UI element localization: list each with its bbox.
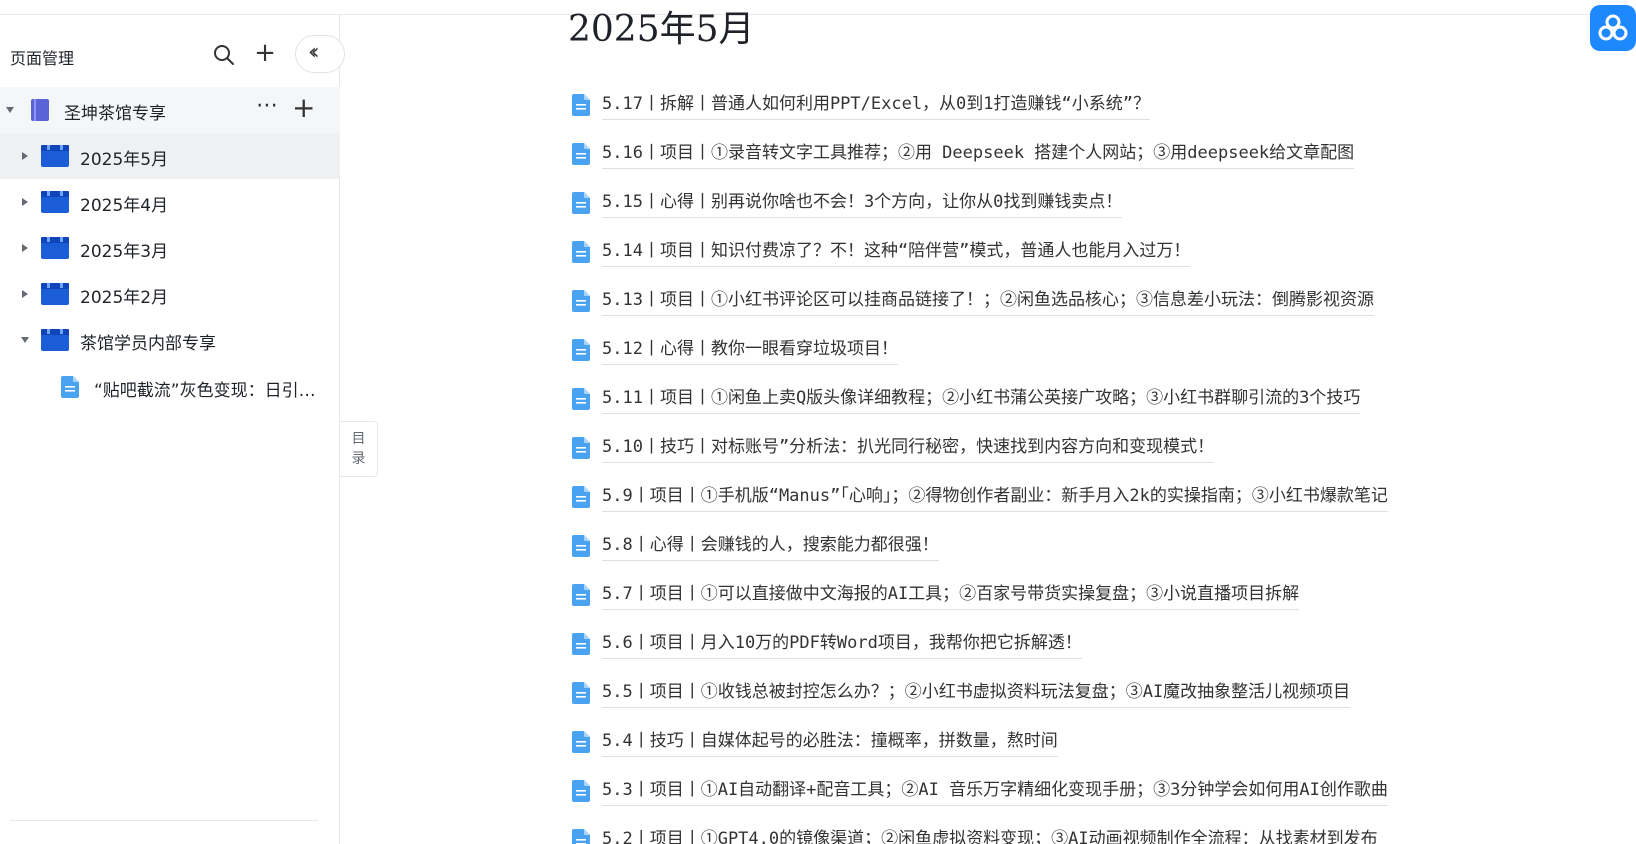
folder-icon xyxy=(41,191,69,213)
caret-down-icon[interactable] xyxy=(21,337,29,343)
document-list-item[interactable]: 5.11丨项目丨①闲鱼上卖Q版头像详细教程；②小红书蒲公英接广攻略；③小红书群聊… xyxy=(572,384,1472,416)
add-page-button[interactable]: + xyxy=(252,40,278,67)
document-icon xyxy=(572,290,590,312)
add-child-button[interactable]: + xyxy=(292,91,315,125)
document-icon xyxy=(572,633,590,655)
tree-item-2025-04[interactable]: 2025年4月 xyxy=(0,179,340,225)
more-icon[interactable]: ⋯ xyxy=(256,93,279,118)
document-link[interactable]: 5.2丨项目丨①GPT4.0的镜像渠道；②闲鱼虚拟资料变现；③AI动画视频制作全… xyxy=(602,827,1378,844)
tree-item-label: 茶馆学员内部专享 xyxy=(80,334,216,354)
document-icon xyxy=(572,339,590,361)
document-icon xyxy=(572,143,590,165)
document-icon xyxy=(572,780,590,802)
toc-label-line1: 目 xyxy=(351,431,366,447)
document-icon xyxy=(572,437,590,459)
document-list-item[interactable]: 5.15丨心得丨别再说你啥也不会！3个方向，让你从0找到赚钱卖点！ xyxy=(572,188,1472,220)
document-link[interactable]: 5.15丨心得丨别再说你啥也不会！3个方向，让你从0找到赚钱卖点！ xyxy=(602,190,1123,218)
document-list-item[interactable]: 5.8丨心得丨会赚钱的人，搜索能力都很强！ xyxy=(572,531,1472,563)
sidebar-bottom-divider xyxy=(10,820,318,821)
document-link[interactable]: 5.16丨项目丨①录音转文字工具推荐；②用 Deepseek 搭建个人网站；③用… xyxy=(602,141,1355,169)
document-list-item[interactable]: 5.3丨项目丨①AI自动翻译+配音工具；②AI 音乐万字精细化变现手册；③3分钟… xyxy=(572,776,1472,808)
caret-right-icon[interactable] xyxy=(22,290,28,298)
caret-right-icon[interactable] xyxy=(22,244,28,252)
document-icon xyxy=(572,682,590,704)
folder-icon xyxy=(41,283,69,305)
tree-item-2025-05[interactable]: 2025年5月 xyxy=(0,133,340,179)
search-icon[interactable] xyxy=(212,43,236,67)
folder-icon xyxy=(41,329,69,351)
document-list-item[interactable]: 5.12丨心得丨教你一眼看穿垃圾项目！ xyxy=(572,335,1472,367)
document-icon xyxy=(572,584,590,606)
document-link[interactable]: 5.10丨技巧丨对标账号”分析法：扒光同行秘密，快速找到内容方向和变现模式！ xyxy=(602,435,1215,463)
document-icon xyxy=(61,376,79,398)
tree-sub-item[interactable]: “贴吧截流”灰色变现：日引300+精准粉，一单赚300 xyxy=(0,364,340,410)
document-list-item[interactable]: 5.7丨项目丨①可以直接做中文海报的AI工具；②百家号带货实操复盘；③小说直播项… xyxy=(572,580,1472,612)
document-icon xyxy=(572,192,590,214)
caret-right-icon[interactable] xyxy=(22,198,28,206)
document-link[interactable]: 5.17丨拆解丨普通人如何利用PPT/Excel，从0到1打造赚钱“小系统”？ xyxy=(602,92,1150,120)
toc-toggle-button[interactable]: 目 录 xyxy=(340,421,378,477)
document-link[interactable]: 5.12丨心得丨教你一眼看穿垃圾项目！ xyxy=(602,337,898,365)
document-icon xyxy=(572,94,590,116)
tree-item-2025-03[interactable]: 2025年3月 xyxy=(0,225,340,271)
tree-item-label: 2025年5月 xyxy=(80,150,169,170)
tree-root-item[interactable]: 圣坤茶馆专享 ⋯ + xyxy=(0,87,340,133)
tree-item-member-exclusive[interactable]: 茶馆学员内部专享 xyxy=(0,317,340,363)
document-icon xyxy=(572,388,590,410)
document-list-item[interactable]: 5.2丨项目丨①GPT4.0的镜像渠道；②闲鱼虚拟资料变现；③AI动画视频制作全… xyxy=(572,825,1472,844)
document-link[interactable]: 5.5丨项目丨①收钱总被封控怎么办？；②小红书虚拟资料玩法复盘；③AI魔改抽象整… xyxy=(602,680,1351,708)
tree-item-2025-02[interactable]: 2025年2月 xyxy=(0,271,340,317)
document-link[interactable]: 5.14丨项目丨知识付费凉了？不！这种“陪伴营”模式，普通人也能月入过万！ xyxy=(602,239,1191,267)
document-link[interactable]: 5.4丨技巧丨自媒体起号的必胜法：撞概率，拼数量，熬时间 xyxy=(602,729,1058,757)
document-list-item[interactable]: 5.10丨技巧丨对标账号”分析法：扒光同行秘密，快速找到内容方向和变现模式！ xyxy=(572,433,1472,465)
document-list-item[interactable]: 5.17丨拆解丨普通人如何利用PPT/Excel，从0到1打造赚钱“小系统”？ xyxy=(572,90,1472,122)
document-link[interactable]: 5.11丨项目丨①闲鱼上卖Q版头像详细教程；②小红书蒲公英接广攻略；③小红书群聊… xyxy=(602,386,1361,414)
document-list-item[interactable]: 5.14丨项目丨知识付费凉了？不！这种“陪伴营”模式，普通人也能月入过万！ xyxy=(572,237,1472,269)
tree-sub-item-label: “贴吧截流”灰色变现：日引300+精准粉，一单赚300 xyxy=(94,381,322,401)
sidebar-header: 页面管理 + ‹‹ xyxy=(0,35,345,75)
floating-app-button[interactable] xyxy=(1590,5,1636,51)
document-icon xyxy=(572,486,590,508)
document-link[interactable]: 5.8丨心得丨会赚钱的人，搜索能力都很强！ xyxy=(602,533,939,561)
tree-root-label: 圣坤茶馆专享 xyxy=(64,104,166,124)
folder-icon xyxy=(41,237,69,259)
toc-label-line2: 录 xyxy=(351,451,366,467)
sidebar-title: 页面管理 xyxy=(10,49,75,68)
caret-right-icon[interactable] xyxy=(22,152,28,160)
page-title: 2025年5月 xyxy=(568,9,755,48)
document-list-item[interactable]: 5.6丨项目丨月入10万的PDF转Word项目，我帮你把它拆解透！ xyxy=(572,629,1472,661)
sidebar: 页面管理 + ‹‹ 圣坤茶馆专享 ⋯ + 2025年5月 2025年4月 202… xyxy=(0,15,345,844)
document-list-item[interactable]: 5.16丨项目丨①录音转文字工具推荐；②用 Deepseek 搭建个人网站；③用… xyxy=(572,139,1472,171)
document-link[interactable]: 5.9丨项目丨①手机版“Manus”「心响」；②得物创作者副业：新手月入2k的实… xyxy=(602,484,1388,512)
document-link[interactable]: 5.6丨项目丨月入10万的PDF转Word项目，我帮你把它拆解透！ xyxy=(602,631,1082,659)
document-link[interactable]: 5.3丨项目丨①AI自动翻译+配音工具；②AI 音乐万字精细化变现手册；③3分钟… xyxy=(602,778,1388,806)
double-chevron-left-icon: ‹‹ xyxy=(308,40,319,65)
document-list-item[interactable]: 5.9丨项目丨①手机版“Manus”「心响」；②得物创作者副业：新手月入2k的实… xyxy=(572,482,1472,514)
book-icon xyxy=(31,99,49,121)
document-list-item[interactable]: 5.4丨技巧丨自媒体起号的必胜法：撞概率，拼数量，熬时间 xyxy=(572,727,1472,759)
document-link[interactable]: 5.13丨项目丨①小红书评论区可以挂商品链接了！；②闲鱼选品核心；③信息差小玩法… xyxy=(602,288,1374,316)
tree-item-label: 2025年2月 xyxy=(80,288,169,308)
document-list-item[interactable]: 5.13丨项目丨①小红书评论区可以挂商品链接了！；②闲鱼选品核心；③信息差小玩法… xyxy=(572,286,1472,318)
folder-icon xyxy=(41,145,69,167)
document-icon xyxy=(572,731,590,753)
caret-down-icon[interactable] xyxy=(6,107,14,113)
cloud-link-icon xyxy=(1598,14,1628,41)
tree-item-label: 2025年3月 xyxy=(80,242,169,262)
document-icon xyxy=(572,535,590,557)
document-link[interactable]: 5.7丨项目丨①可以直接做中文海报的AI工具；②百家号带货实操复盘；③小说直播项… xyxy=(602,582,1300,610)
tree-item-label: 2025年4月 xyxy=(80,196,169,216)
collapse-sidebar-button[interactable]: ‹‹ xyxy=(295,35,345,73)
document-icon xyxy=(572,241,590,263)
document-icon xyxy=(572,829,590,844)
document-list-item[interactable]: 5.5丨项目丨①收钱总被封控怎么办？；②小红书虚拟资料玩法复盘；③AI魔改抽象整… xyxy=(572,678,1472,710)
